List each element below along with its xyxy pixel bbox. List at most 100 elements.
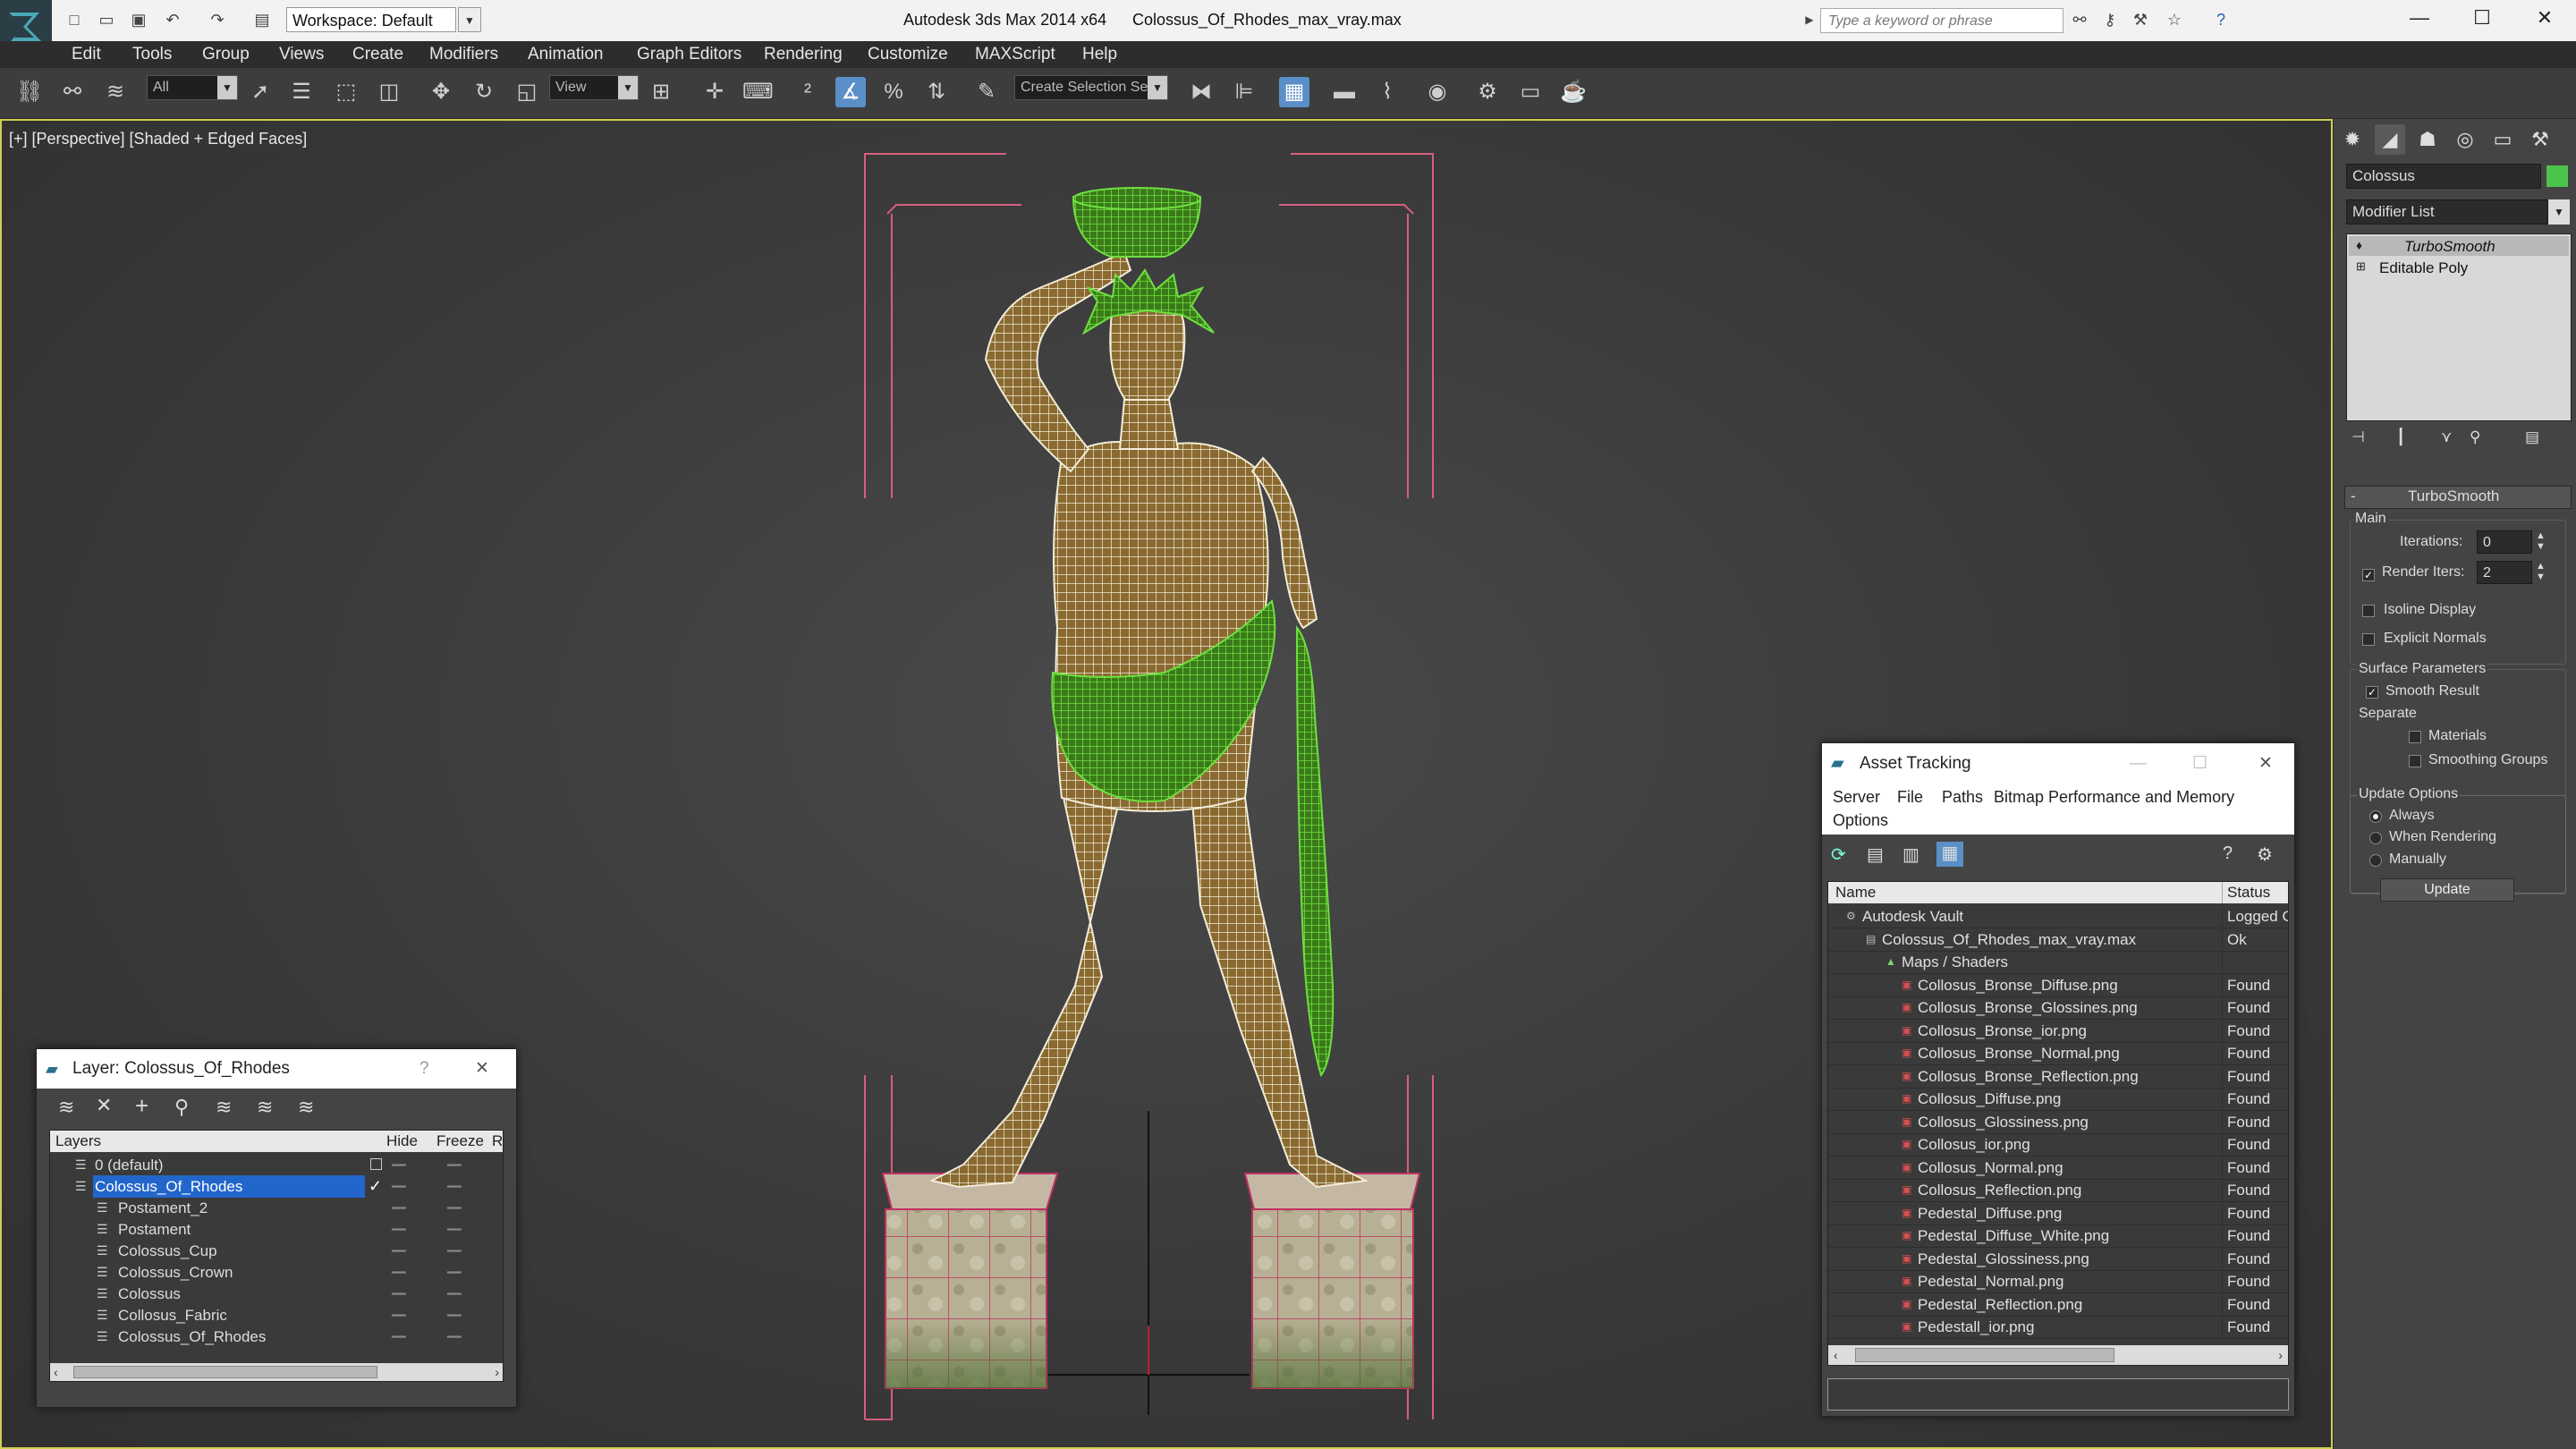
spinner-snap-icon[interactable]: ⇅ [921,77,952,107]
layer-row[interactable]: ☰ Colossus_Of_Rhodes ✓ ━━ ━━ [50,1175,503,1198]
hierarchy-tab-icon[interactable]: ☗ [2412,124,2443,155]
binoculars-icon[interactable]: ⚯ [2068,8,2091,31]
help-icon[interactable]: ? [2209,8,2233,31]
freeze-toggle[interactable]: ━━ [447,1240,462,1262]
mirror-icon[interactable]: ⧓ [1186,77,1216,107]
menu-create[interactable]: Create [352,41,403,68]
update-button[interactable]: Update [2380,878,2514,902]
asset-row[interactable]: ⚙ Autodesk Vault Logged O [1828,905,2288,928]
col-name[interactable]: Name [1835,882,1876,903]
object-color-swatch[interactable] [2546,165,2568,187]
layer-window-titlebar[interactable]: ▰ Layer: Colossus_Of_Rhodes ? ✕ [37,1049,516,1089]
tree-view-icon[interactable]: ▥ [1902,843,1919,866]
col-r[interactable]: R [492,1131,503,1152]
expand-plus-icon[interactable]: ⊞ [2356,259,2366,274]
hide-toggle[interactable]: ━━ [392,1283,406,1305]
maximize-icon[interactable]: ☐ [2451,0,2513,36]
utilities-tab-icon[interactable]: ⚒ [2525,124,2555,155]
window-crossing-icon[interactable]: ◫ [374,77,404,107]
layer-row[interactable]: ☰ Postament ━━ ━━ [50,1218,503,1241]
stack-item-turbosmooth[interactable]: ♦ TurboSmooth [2349,236,2569,256]
table-view-icon[interactable]: ▦ [1936,842,1963,867]
menu-help[interactable]: Help [1082,41,1117,68]
add-to-layer-icon[interactable]: + [135,1092,148,1120]
menu-graph-editors[interactable]: Graph Editors [637,41,741,68]
hide-toggle[interactable]: ━━ [392,1218,406,1241]
display-tab-icon[interactable]: ▭ [2487,124,2518,155]
always-radio[interactable] [2369,810,2382,823]
scroll-thumb[interactable] [1855,1348,2114,1362]
menu-animation[interactable]: Animation [528,41,604,68]
layer-row[interactable]: ☰ Colossus_Of_Rhodes ━━ ━━ [50,1326,503,1348]
render-iters-spinner[interactable]: 2 [2477,561,2532,584]
project-folder-icon[interactable]: ▤ [250,8,274,31]
open-file-icon[interactable]: ▭ [95,8,118,31]
hide-toggle[interactable]: ━━ [392,1261,406,1284]
smooth-result-checkbox[interactable]: ✓ [2366,686,2378,699]
angle-snap-icon[interactable]: ∡ [835,77,866,107]
layer-row[interactable]: ☰ 0 (default) ━━ ━━ [50,1154,503,1176]
layer-row[interactable]: ☰ Postament_2 ━━ ━━ [50,1197,503,1219]
minimize-icon[interactable]: — [2388,0,2451,36]
smoothing-groups-checkbox[interactable] [2409,755,2421,767]
close-icon[interactable]: ✕ [475,1049,489,1089]
menu-tools[interactable]: Tools [132,41,172,68]
move-icon[interactable]: ✥ [426,77,456,107]
turbosmooth-rollout-header[interactable]: - TurboSmooth [2344,486,2572,509]
asset-row[interactable]: ▣ Pedestal_Diffuse.png Found [1828,1201,2288,1225]
menu-views[interactable]: Views [279,41,324,68]
layer-row[interactable]: ☰ Colossus ━━ ━━ [50,1283,503,1305]
menu-rendering[interactable]: Rendering [764,41,843,68]
edit-named-selection-icon[interactable]: ✎ [971,77,1002,107]
asset-row[interactable]: ▤ Colossus_Of_Rhodes_max_vray.max Ok [1828,928,2288,952]
motion-tab-icon[interactable]: ◎ [2450,124,2480,155]
asset-row[interactable]: ▣ Collosus_Bronse_Glossines.png Found [1828,996,2288,1020]
modify-tab-icon[interactable]: ◢ [2375,124,2405,155]
asset-row[interactable]: ▣ Collosus_ior.png Found [1828,1133,2288,1157]
hide-toggle[interactable]: ━━ [392,1175,406,1198]
when-rendering-radio[interactable] [2369,832,2382,844]
percent-snap-icon[interactable]: % [878,77,909,107]
key-icon[interactable]: ⚷ [2098,8,2122,31]
close-icon[interactable]: ✕ [2513,0,2576,36]
materials-checkbox[interactable] [2409,731,2421,743]
unlink-icon[interactable]: ⚯ [57,77,88,107]
col-layers[interactable]: Layers [55,1131,101,1152]
freeze-toggle[interactable]: ━━ [447,1326,462,1348]
hide-toggle[interactable]: ━━ [392,1326,406,1348]
asset-row[interactable]: ▲ Maps / Shaders [1828,951,2288,974]
refresh-icon[interactable]: ⟳ [1831,843,1846,866]
asset-row[interactable]: ▣ Collosus_Bronse_Reflection.png Found [1828,1064,2288,1089]
rectangular-selection-icon[interactable]: ⬚ [331,77,361,107]
list-view-icon[interactable]: ▤ [1867,843,1884,866]
asset-row[interactable]: ▣ Pedestal_Normal.png Found [1828,1270,2288,1293]
stack-item-editable-poly[interactable]: ⊞ Editable Poly [2349,258,2569,277]
asset-row[interactable]: ▣ Collosus_Glossiness.png Found [1828,1110,2288,1134]
material-editor-icon[interactable]: ◉ [1422,77,1453,107]
create-layer-icon[interactable]: ≋ [58,1096,74,1119]
asset-row[interactable]: ▣ Collosus_Diffuse.png Found [1828,1088,2288,1111]
select-object-icon[interactable]: ➚ [245,77,275,107]
highlight-layer-icon[interactable]: ≋ [216,1096,232,1119]
scroll-left-icon[interactable]: ‹ [1834,1345,1838,1365]
col-freeze[interactable]: Freeze [436,1131,484,1152]
explicit-normals-checkbox[interactable] [2362,633,2375,646]
menu-maxscript[interactable]: MAXScript [975,41,1055,68]
make-unique-icon[interactable]: ⋎ [2441,428,2452,446]
menu-edit[interactable]: Edit [72,41,101,68]
create-tab-icon[interactable]: ✹ [2337,124,2368,155]
asset-path-field[interactable] [1827,1378,2289,1411]
isoline-display-checkbox[interactable] [2362,605,2375,617]
manually-radio[interactable] [2369,854,2382,867]
asset-menu-options[interactable]: Options [1833,811,1888,830]
col-hide[interactable]: Hide [386,1131,418,1152]
asset-row[interactable]: ▣ Collosus_Normal.png Found [1828,1156,2288,1180]
layer-row[interactable]: ☰ Colossus_Crown ━━ ━━ [50,1261,503,1284]
freeze-toggle[interactable]: ━━ [447,1261,462,1284]
hide-toggle[interactable]: ━━ [392,1304,406,1326]
pin-stack-icon[interactable]: ⊣ [2351,428,2365,446]
freeze-toggle[interactable]: ━━ [447,1175,462,1198]
current-layer-checkbox[interactable] [370,1158,382,1170]
freeze-toggle[interactable]: ━━ [447,1283,462,1305]
asset-row[interactable]: ▣ Pedestal_Reflection.png Found [1828,1292,2288,1317]
